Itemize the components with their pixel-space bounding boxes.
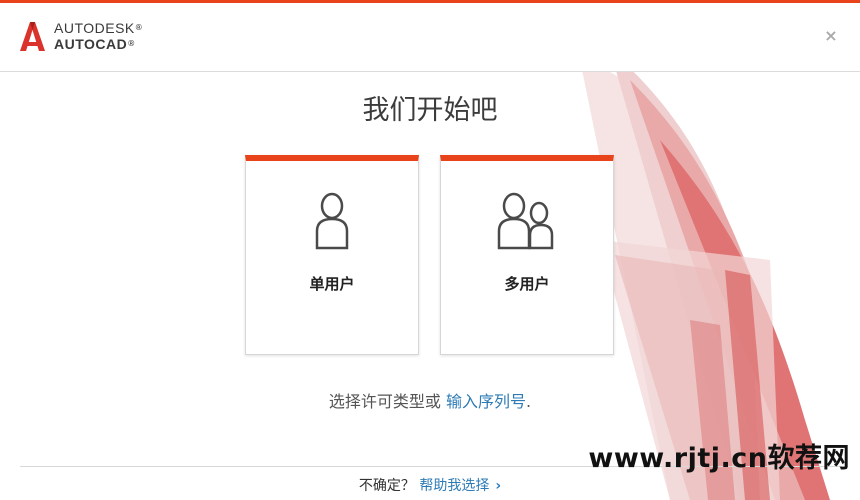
footer: 不确定？ 帮助我选择 › [0,475,860,495]
enter-serial-number-link[interactable]: 输入序列号 [446,392,526,411]
help-me-choose-link[interactable]: 帮助我选择 › [419,478,501,494]
registered-mark: ® [127,39,136,48]
license-prefix-text: 选择许可类型或 [328,392,441,411]
page-title: 我们开始吧 [362,95,498,126]
multi-user-label: 多用户 [504,275,550,293]
watermark: www.rjtj.cn软荐网 [588,443,850,474]
help-me-choose-label: 帮助我选择 [419,478,490,494]
title-bar: AUTODESK® AUTOCAD® × [0,3,860,72]
license-suffix-text: . [526,392,532,411]
multi-user-icon [497,192,554,250]
multi-user-option[interactable]: 多用户 [440,155,614,355]
close-button[interactable]: × [824,26,838,45]
autocad-logo-icon [20,22,45,51]
logo-line-autocad: AUTOCAD [54,36,128,52]
autodesk-autocad-logo: AUTODESK® AUTOCAD® [18,20,143,52]
single-user-label: 单用户 [309,275,355,293]
setup-window: AUTODESK® AUTOCAD® × 我们开始吧 单用户 多用户 选择许可类… [0,0,860,500]
chevron-right-icon: › [495,478,502,494]
license-instructions: 选择许可类型或 输入序列号. [0,388,860,412]
footer-question: 不确定？ [358,478,415,494]
logo-line-autodesk: AUTODESK [54,20,135,36]
single-user-icon [315,192,349,250]
single-user-option[interactable]: 单用户 [245,155,419,355]
registered-mark: ® [134,23,143,32]
main-content: 我们开始吧 单用户 多用户 选择许可类型或 输入序列号. 不确定？ 帮助我选择 … [0,0,860,500]
close-icon: × [824,26,838,45]
